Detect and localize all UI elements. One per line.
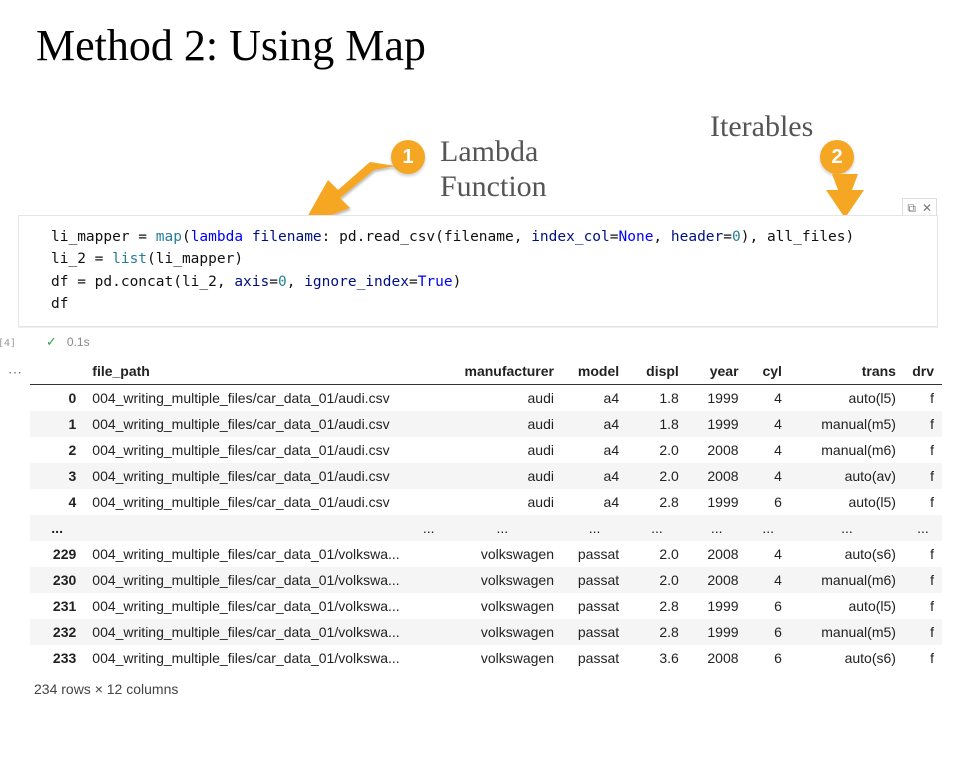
- code-token: True: [418, 274, 453, 290]
- table-header-row: file_path manufacturer model displ year …: [30, 358, 942, 385]
- code-token: ), all_files): [741, 229, 855, 245]
- table-header: displ: [627, 358, 687, 385]
- table-header: drv: [904, 358, 942, 385]
- code-token: ,: [653, 229, 670, 245]
- table-row-ellipsis: ...........................: [30, 515, 942, 541]
- code-cell[interactable]: li_mapper = map(lambda filename: pd.read…: [18, 215, 938, 356]
- callout-2: 2: [820, 140, 854, 174]
- annotation-lambda: LambdaFunction: [440, 135, 547, 204]
- code-token: header: [671, 229, 723, 245]
- exec-time: 0.1s: [67, 335, 90, 349]
- table-header: file_path: [84, 358, 442, 385]
- table-header: year: [687, 358, 747, 385]
- code-token: 0: [732, 229, 741, 245]
- code-token: df: [51, 293, 923, 315]
- code-token: map: [156, 229, 182, 245]
- code-token: (li_mapper): [147, 251, 243, 267]
- dataframe-output: file_path manufacturer model displ year …: [30, 358, 942, 697]
- code-token: ): [453, 274, 462, 290]
- table-row: 233 004_writing_multiple_files/car_data_…: [30, 645, 942, 671]
- code-token: ignore_index: [304, 274, 409, 290]
- code-token: df = pd.concat(li_2,: [51, 274, 234, 290]
- table-row: 1 004_writing_multiple_files/car_data_01…: [30, 411, 942, 437]
- arrow-icon: [820, 170, 870, 220]
- annotation-iterables: Iterables: [710, 110, 813, 145]
- code-token: [243, 229, 252, 245]
- check-icon: ✓: [46, 334, 57, 350]
- table-row: 229 004_writing_multiple_files/car_data_…: [30, 541, 942, 567]
- table-row: 231 004_writing_multiple_files/car_data_…: [30, 593, 942, 619]
- copy-icon[interactable]: ⧉: [907, 201, 916, 216]
- output-collapse-icon[interactable]: ⋯: [8, 364, 22, 381]
- code-token: None: [619, 229, 654, 245]
- code-token: =: [610, 229, 619, 245]
- code-token: filename: [252, 229, 322, 245]
- table-header: trans: [790, 358, 904, 385]
- slide-title: Method 2: Using Map: [36, 20, 426, 71]
- table-header: [30, 358, 84, 385]
- table-header: cyl: [747, 358, 790, 385]
- code-token: =: [723, 229, 732, 245]
- execution-count: [4]: [0, 338, 16, 349]
- code-token: li_2 =: [51, 251, 112, 267]
- code-token: axis: [234, 274, 269, 290]
- table-header: model: [562, 358, 627, 385]
- code-token: li_mapper =: [51, 229, 156, 245]
- close-icon[interactable]: ✕: [922, 201, 932, 216]
- table-header: manufacturer: [443, 358, 562, 385]
- code-token: =: [409, 274, 418, 290]
- table-row: 3 004_writing_multiple_files/car_data_01…: [30, 463, 942, 489]
- table-row: 4 004_writing_multiple_files/car_data_01…: [30, 489, 942, 515]
- code-token: : pd.read_csv(filename,: [322, 229, 532, 245]
- code-token: 0: [278, 274, 287, 290]
- code-token: lambda: [191, 229, 243, 245]
- cell-status: ✓ 0.1s: [18, 327, 938, 356]
- code-token: =: [269, 274, 278, 290]
- table-row: 232 004_writing_multiple_files/car_data_…: [30, 619, 942, 645]
- table-row: 0 004_writing_multiple_files/car_data_01…: [30, 385, 942, 412]
- table-row: 2 004_writing_multiple_files/car_data_01…: [30, 437, 942, 463]
- code-content[interactable]: li_mapper = map(lambda filename: pd.read…: [18, 215, 938, 327]
- dataframe-shape: 234 rows × 12 columns: [30, 681, 942, 697]
- code-token: (: [182, 229, 191, 245]
- code-token: list: [112, 251, 147, 267]
- dataframe-table: file_path manufacturer model displ year …: [30, 358, 942, 671]
- code-token: ,: [287, 274, 304, 290]
- table-row: 230 004_writing_multiple_files/car_data_…: [30, 567, 942, 593]
- code-token: index_col: [531, 229, 610, 245]
